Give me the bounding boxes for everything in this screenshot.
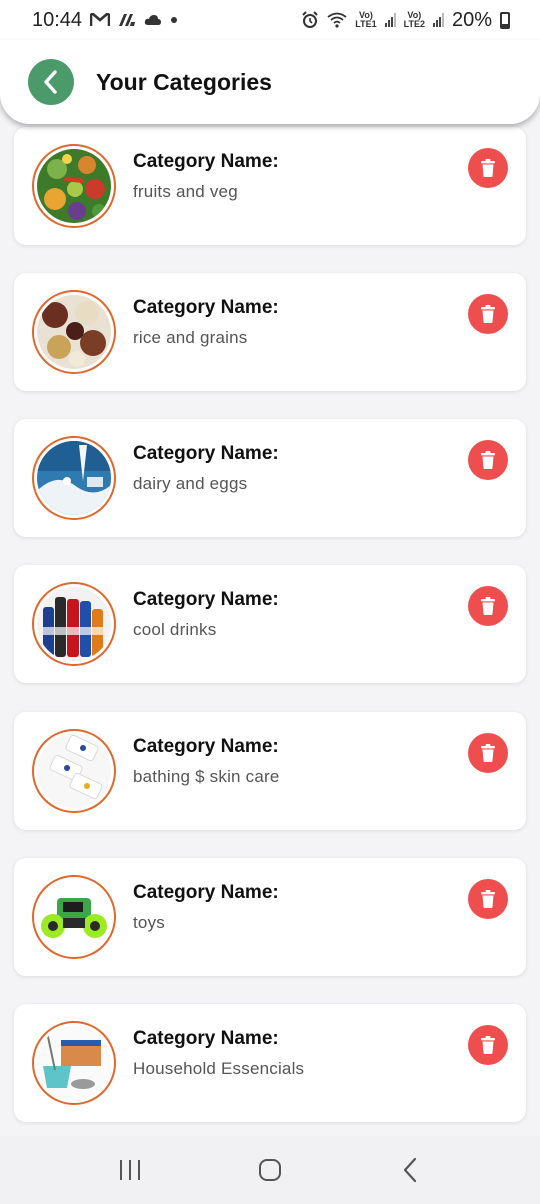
category-name-label: Category Name:	[133, 1028, 279, 1049]
status-left: 10:44	[32, 9, 178, 32]
trash-icon	[481, 1036, 495, 1054]
trash-icon	[481, 744, 495, 762]
status-right: Vo) LTE1 Vo) LTE2 20%	[301, 9, 510, 32]
category-image	[32, 290, 116, 374]
category-card[interactable]: Category Name: Household Essencials	[14, 1004, 526, 1122]
category-list[interactable]: Category Name: fruits and veg Category N…	[0, 124, 540, 1136]
vegetables-image	[37, 149, 111, 223]
category-card[interactable]: Category Name: cool drinks	[14, 565, 526, 683]
category-image	[32, 144, 116, 228]
category-name-label: Category Name:	[133, 443, 279, 464]
trash-icon	[481, 305, 495, 323]
category-card[interactable]: Category Name: bathing $ skin care	[14, 712, 526, 830]
delete-button[interactable]	[468, 586, 508, 626]
category-name-value: rice and grains	[133, 328, 248, 347]
delete-button[interactable]	[468, 294, 508, 334]
delete-button[interactable]	[468, 733, 508, 773]
signal-bars-2-icon	[432, 13, 444, 27]
category-name-label: Category Name:	[133, 882, 279, 903]
category-name-value: dairy and eggs	[133, 474, 248, 493]
system-back-button[interactable]	[380, 1145, 440, 1195]
category-name-label: Category Name:	[133, 297, 279, 318]
delete-button[interactable]	[468, 440, 508, 480]
category-name-value: fruits and veg	[133, 182, 238, 201]
mop-bucket-image	[37, 1026, 111, 1100]
category-name-label: Category Name:	[133, 736, 279, 757]
alarm-icon	[301, 11, 319, 29]
sim1-label: Vo) LTE1	[355, 11, 376, 29]
app-bar: Your Categories	[0, 40, 540, 124]
category-card[interactable]: Category Name: rice and grains	[14, 273, 526, 391]
home-button[interactable]	[240, 1145, 300, 1195]
category-image	[32, 1021, 116, 1105]
category-card[interactable]: Category Name: dairy and eggs	[14, 419, 526, 537]
home-icon	[259, 1159, 281, 1181]
category-name-value: bathing $ skin care	[133, 767, 280, 786]
wifi-icon	[327, 12, 347, 28]
status-time: 10:44	[32, 8, 83, 31]
app-icon	[118, 13, 136, 27]
back-icon	[403, 1157, 417, 1183]
chevron-left-icon	[44, 70, 57, 94]
trash-icon	[481, 451, 495, 469]
category-card[interactable]: Category Name: fruits and veg	[14, 127, 526, 245]
sim2-label: Vo) LTE2	[404, 11, 425, 29]
status-bar: 10:44 Vo) LTE1 Vo) LTE2 20%	[0, 0, 540, 40]
system-nav-bar	[0, 1136, 540, 1204]
dot-icon	[170, 16, 178, 24]
battery-percent: 20%	[451, 8, 492, 31]
gmail-m-icon	[90, 13, 111, 27]
trash-icon	[481, 597, 495, 615]
category-name-value: Household Essencials	[133, 1059, 305, 1078]
category-image	[32, 729, 116, 813]
milk-image	[37, 441, 111, 515]
category-name-value: cool drinks	[133, 620, 217, 639]
category-card[interactable]: Category Name: toys	[14, 858, 526, 976]
recent-apps-icon	[120, 1160, 140, 1180]
sim2-label-bottom: LTE2	[403, 19, 425, 29]
category-image	[32, 875, 116, 959]
delete-button[interactable]	[468, 879, 508, 919]
toy-truck-image	[37, 880, 111, 954]
category-name-value: toys	[133, 913, 165, 932]
signal-bars-1-icon	[384, 13, 396, 27]
category-name-label: Category Name:	[133, 589, 279, 610]
sim1-label-bottom: LTE1	[355, 19, 377, 29]
soda-bottles-image	[37, 587, 111, 661]
recent-apps-button[interactable]	[100, 1145, 160, 1195]
delete-button[interactable]	[468, 1025, 508, 1065]
soap-bars-image	[37, 734, 111, 808]
back-button[interactable]	[28, 59, 74, 105]
delete-button[interactable]	[468, 148, 508, 188]
trash-icon	[481, 890, 495, 908]
category-image	[32, 436, 116, 520]
trash-icon	[481, 159, 495, 177]
category-image	[32, 582, 116, 666]
category-name-label: Category Name:	[133, 151, 279, 172]
grains-image	[37, 295, 111, 369]
battery-icon	[500, 11, 510, 29]
cloud-icon	[144, 14, 162, 26]
page-title: Your Categories	[96, 68, 272, 95]
